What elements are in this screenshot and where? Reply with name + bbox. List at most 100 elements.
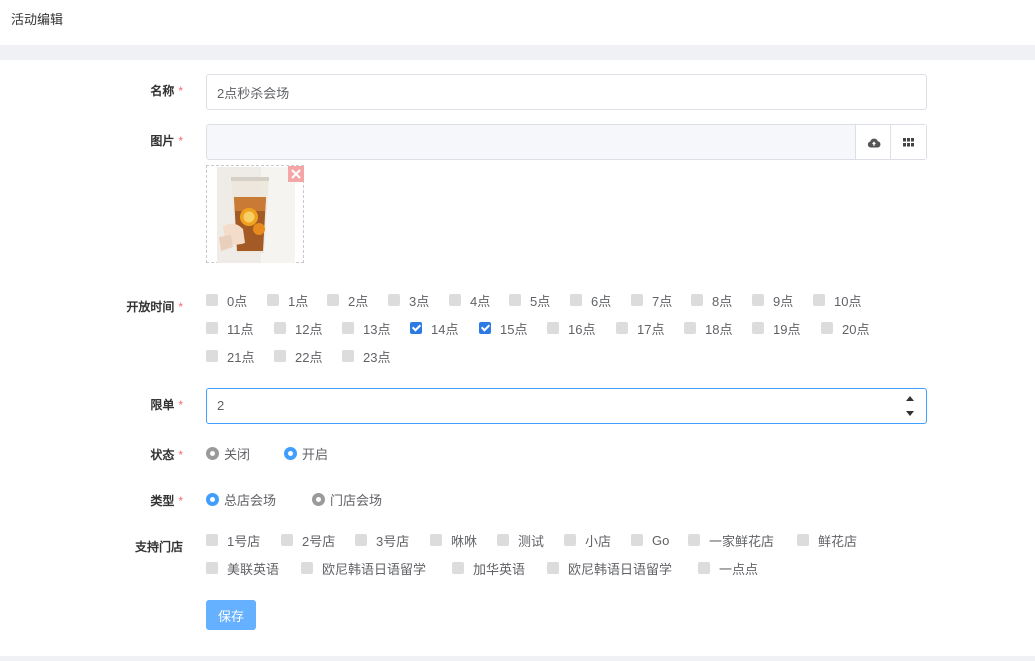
checkbox-hour-0[interactable]: 0点 [206,291,247,309]
gallery-button[interactable] [890,125,926,159]
checkbox-unchecked-icon[interactable] [342,322,354,334]
checkbox-store-4[interactable]: 测试 [497,531,544,549]
checkbox-unchecked-icon[interactable] [301,562,313,574]
checkbox-unchecked-icon[interactable] [752,322,764,334]
checkbox-unchecked-icon[interactable] [452,562,464,574]
checkbox-label: 4点 [470,293,491,309]
checkbox-unchecked-icon[interactable] [752,294,764,306]
checkbox-unchecked-icon[interactable] [267,294,279,306]
checkbox-hour-4[interactable]: 4点 [449,291,490,309]
checkbox-unchecked-icon[interactable] [547,562,559,574]
name-label: 名称 * [150,84,183,98]
image-url-field[interactable] [206,124,927,160]
checkbox-hour-18[interactable]: 18点 [684,319,732,337]
checkbox-store-8[interactable]: 鲜花店 [797,531,857,549]
checkbox-hour-3[interactable]: 3点 [388,291,429,309]
checkbox-hour-10[interactable]: 10点 [813,291,861,309]
checkbox-unchecked-icon[interactable] [570,294,582,306]
checkbox-hour-12[interactable]: 12点 [274,319,322,337]
name-input[interactable] [206,74,927,110]
checkbox-unchecked-icon[interactable] [274,350,286,362]
checkbox-unchecked-icon[interactable] [616,322,628,334]
radio-status-1[interactable]: 开启 [284,444,328,462]
radio-label: 总店会场 [224,492,277,508]
checkbox-unchecked-icon[interactable] [449,294,461,306]
checkbox-hour-16[interactable]: 16点 [547,319,595,337]
checkbox-unchecked-icon[interactable] [547,322,559,334]
save-button[interactable]: 保存 [206,600,256,630]
checkbox-store-0[interactable]: 1号店 [206,531,260,549]
checkbox-hour-6[interactable]: 6点 [570,291,611,309]
radio-type-0[interactable]: 总店会场 [206,490,276,508]
radio-selected-icon[interactable] [206,492,219,506]
checkbox-label: 1点 [288,293,309,309]
checkbox-unchecked-icon[interactable] [430,534,442,546]
checkbox-unchecked-icon[interactable] [691,294,703,306]
checkbox-unchecked-icon[interactable] [497,534,509,546]
checkbox-store-3[interactable]: 咻咻 [430,531,477,549]
checkbox-unchecked-icon[interactable] [281,534,293,546]
checkbox-unchecked-icon[interactable] [684,322,696,334]
checkbox-store-5[interactable]: 小店 [564,531,611,549]
checkbox-unchecked-icon[interactable] [564,534,576,546]
checkbox-unchecked-icon[interactable] [821,322,833,334]
checkbox-unchecked-icon[interactable] [342,350,354,362]
radio-status-0[interactable]: 关闭 [206,444,250,462]
checkbox-label: 9点 [773,293,794,309]
checkbox-hour-2[interactable]: 2点 [327,291,368,309]
checkbox-store-7[interactable]: 一家鲜花店 [688,531,774,549]
limit-input[interactable]: 2 [206,388,927,424]
checkbox-unchecked-icon[interactable] [388,294,400,306]
hours-label: 开放时间 * [126,300,183,314]
delete-image-button[interactable] [288,166,304,182]
checkbox-hour-8[interactable]: 8点 [691,291,732,309]
checkbox-unchecked-icon[interactable] [631,294,643,306]
checkbox-store-11[interactable]: 加华英语 [452,559,525,577]
checkbox-unchecked-icon[interactable] [206,322,218,334]
number-stepper[interactable] [902,391,918,421]
checkbox-unchecked-icon[interactable] [206,294,218,306]
checkbox-hour-7[interactable]: 7点 [631,291,672,309]
checkbox-hour-20[interactable]: 20点 [821,319,869,337]
checkbox-hour-17[interactable]: 17点 [616,319,664,337]
decrement-arrow-icon[interactable] [905,411,915,417]
checkbox-hour-5[interactable]: 5点 [509,291,550,309]
checkbox-store-13[interactable]: 一点点 [698,559,758,577]
checkbox-store-9[interactable]: 美联英语 [206,559,279,577]
checkbox-checked-icon[interactable] [479,322,491,334]
radio-unselected-icon[interactable] [312,492,325,506]
checkbox-store-6[interactable]: Go [631,531,669,549]
upload-button[interactable] [855,125,891,159]
checkbox-hour-23[interactable]: 23点 [342,347,390,365]
checkbox-hour-21[interactable]: 21点 [206,347,254,365]
checkbox-unchecked-icon[interactable] [327,294,339,306]
checkbox-hour-13[interactable]: 13点 [342,319,390,337]
checkbox-hour-14[interactable]: 14点 [410,319,458,337]
checkbox-unchecked-icon[interactable] [813,294,825,306]
checkbox-hour-11[interactable]: 11点 [206,319,254,337]
checkbox-store-1[interactable]: 2号店 [281,531,335,549]
radio-type-1[interactable]: 门店会场 [312,490,382,508]
checkbox-unchecked-icon[interactable] [206,562,218,574]
checkbox-unchecked-icon[interactable] [688,534,700,546]
increment-arrow-icon[interactable] [905,395,915,401]
checkbox-unchecked-icon[interactable] [631,534,643,546]
checkbox-unchecked-icon[interactable] [274,322,286,334]
checkbox-hour-1[interactable]: 1点 [267,291,308,309]
checkbox-checked-icon[interactable] [410,322,422,334]
checkbox-unchecked-icon[interactable] [698,562,710,574]
radio-selected-icon[interactable] [284,446,297,460]
checkbox-unchecked-icon[interactable] [797,534,809,546]
radio-unselected-icon[interactable] [206,446,219,460]
checkbox-store-12[interactable]: 欧尼韩语日语留学 [547,559,672,577]
checkbox-hour-22[interactable]: 22点 [274,347,322,365]
checkbox-store-10[interactable]: 欧尼韩语日语留学 [301,559,426,577]
checkbox-unchecked-icon[interactable] [206,534,218,546]
checkbox-unchecked-icon[interactable] [206,350,218,362]
checkbox-hour-15[interactable]: 15点 [479,319,527,337]
checkbox-store-2[interactable]: 3号店 [355,531,409,549]
checkbox-hour-9[interactable]: 9点 [752,291,793,309]
checkbox-unchecked-icon[interactable] [509,294,521,306]
checkbox-unchecked-icon[interactable] [355,534,367,546]
checkbox-hour-19[interactable]: 19点 [752,319,800,337]
